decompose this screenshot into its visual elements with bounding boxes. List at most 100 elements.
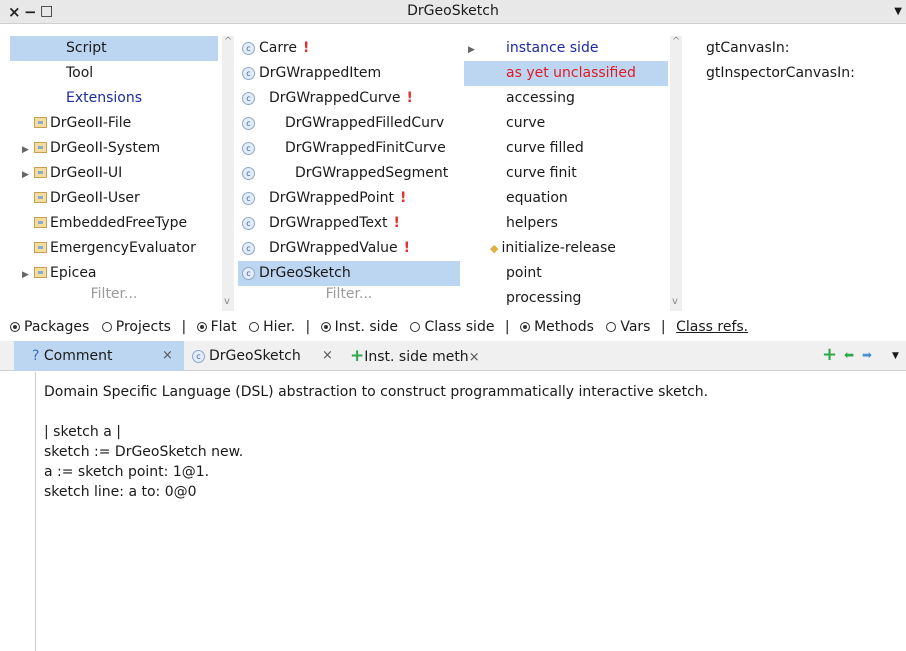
comment-line: Domain Specific Language (DSL) abstracti… [44, 384, 709, 400]
package-label: DrGeoII-User [50, 190, 140, 206]
hier-radio[interactable]: Hier. [249, 319, 295, 335]
protocol-item[interactable]: processing [464, 286, 668, 311]
package-item[interactable]: Extensions [10, 86, 218, 111]
comment-line: a := sketch point: 1@1. [44, 464, 210, 480]
expand-icon[interactable]: ▶ [22, 138, 34, 163]
protocol-label: point [506, 265, 542, 281]
expand-icon[interactable]: ▶ [22, 163, 34, 188]
protocol-item[interactable]: equation [464, 186, 668, 211]
class-label: DrGWrappedText [269, 215, 388, 231]
package-item[interactable]: EmergencyEvaluator [10, 236, 218, 261]
override-marker-icon: ◆ [490, 242, 499, 255]
warning-icon: ! [403, 240, 411, 256]
class-icon: c [242, 242, 255, 255]
close-tab-icon[interactable]: × [469, 350, 480, 365]
tab-bar: ? Comment × c DrGeoSketch × +Inst. side m… [0, 341, 906, 371]
protocol-label: curve finit [506, 165, 577, 181]
package-scrollbar[interactable]: ^ v [222, 36, 234, 311]
package-icon [34, 242, 47, 253]
method-item[interactable]: gtCanvasIn: [690, 36, 789, 61]
close-tab-icon[interactable]: × [162, 341, 173, 371]
package-icon [34, 117, 47, 128]
package-item[interactable]: Script [10, 36, 218, 61]
methods-radio[interactable]: Methods [520, 319, 594, 335]
inst-side-radio[interactable]: Inst. side [320, 319, 398, 335]
expand-icon[interactable]: ▶ [468, 38, 506, 63]
class-item[interactable]: c DrGWrappedText! [238, 211, 460, 236]
method-pane: gtCanvasIn: gtInspectorCanvasIn: [690, 36, 906, 311]
tab-comment[interactable]: ? Comment × [14, 341, 184, 371]
class-item[interactable]: c DrGeoSketch [238, 261, 460, 286]
protocol-item[interactable]: helpers [464, 211, 668, 236]
protocol-item[interactable]: as yet unclassified [464, 61, 668, 86]
protocol-pane: ▶ instance side as yet unclassified accessi… [464, 36, 686, 311]
class-item[interactable]: c DrGWrappedCurve! [238, 86, 460, 111]
protocol-item[interactable]: ▶ instance side [464, 36, 668, 61]
class-side-radio[interactable]: Class side [410, 319, 494, 335]
protocol-item[interactable]: ◆ initialize-release [464, 236, 668, 261]
back-icon[interactable]: ⬅ [844, 348, 854, 362]
class-pane: c Carre! c DrGWrappedItem c DrGWrappedCurve! c… [238, 36, 460, 311]
class-item[interactable]: c DrGWrappedSegment [238, 161, 460, 186]
warning-icon: ! [393, 215, 400, 231]
class-item[interactable]: c DrGWrappedFilledCurv [238, 111, 460, 136]
protocol-label: equation [506, 190, 568, 206]
expand-icon[interactable]: ▶ [22, 263, 34, 288]
class-label: DrGWrappedPoint [269, 190, 394, 206]
projects-radio[interactable]: Projects [101, 319, 171, 335]
package-label: Tool [66, 65, 94, 81]
flat-radio[interactable]: Flat [196, 319, 237, 335]
comment-line: sketch := DrGeoSketch new. [44, 444, 244, 460]
package-label: DrGeoII-File [50, 115, 132, 131]
vars-radio[interactable]: Vars [606, 319, 650, 335]
tab-label: DrGeoSketch [209, 348, 301, 364]
package-icon [34, 142, 47, 153]
class-label: DrGWrappedCurve [269, 90, 401, 106]
package-item[interactable]: Tool [10, 61, 218, 86]
window-menu-icon[interactable]: ▼ [894, 6, 902, 17]
package-item[interactable]: ▶ DrGeoII-System [10, 136, 218, 161]
package-item[interactable]: DrGeoII-User [10, 186, 218, 211]
class-item[interactable]: c DrGWrappedValue! [238, 236, 460, 261]
class-icon: c [242, 92, 255, 105]
protocol-item[interactable]: point [464, 261, 668, 286]
protocol-item[interactable]: curve finit [464, 161, 668, 186]
class-item[interactable]: c Carre! [238, 36, 460, 61]
package-item[interactable]: DrGeoII-File [10, 111, 218, 136]
method-label: gtCanvasIn: [706, 40, 790, 56]
class-label: DrGWrappedValue [269, 240, 398, 256]
protocol-item[interactable]: curve filled [464, 136, 668, 161]
class-icon: c [242, 142, 255, 155]
close-tab-icon[interactable]: × [322, 341, 333, 371]
comment-text[interactable]: Domain Specific Language (DSL) abstracti… [44, 382, 708, 502]
package-item[interactable]: EmbeddedFreeType [10, 211, 218, 236]
class-item[interactable]: c DrGWrappedItem [238, 61, 460, 86]
package-item[interactable]: ▶ Epicea [10, 261, 218, 286]
warning-icon: ! [399, 190, 407, 206]
forward-icon[interactable]: ➡ [862, 348, 872, 362]
separator: | [660, 319, 666, 335]
tab-menu-icon[interactable]: ▼ [892, 351, 899, 361]
package-icon [34, 192, 47, 203]
comment-editor[interactable]: Domain Specific Language (DSL) abstracti… [0, 372, 906, 651]
package-icon [34, 167, 47, 178]
add-tab-icon[interactable]: + [822, 344, 837, 365]
tab-class[interactable]: c DrGeoSketch × [186, 341, 336, 371]
protocol-label: curve [506, 115, 546, 131]
class-filter-input[interactable]: Filter... [238, 286, 460, 302]
method-item[interactable]: gtInspectorCanvasIn: [690, 61, 855, 86]
class-icon: c [242, 267, 255, 280]
protocol-scrollbar[interactable]: ^ v [670, 36, 682, 311]
protocol-label: instance side [506, 40, 599, 56]
package-item[interactable]: ▶ DrGeoII-UI [10, 161, 218, 186]
package-label: Epicea [50, 265, 97, 281]
class-item[interactable]: c DrGWrappedFinitCurve [238, 136, 460, 161]
class-refs-link[interactable]: Class refs. [676, 319, 748, 335]
class-item[interactable]: c DrGWrappedPoint! [238, 186, 460, 211]
tab-inst-side-methods[interactable]: +Inst. side meth× [338, 341, 508, 371]
packages-radio[interactable]: Packages [10, 319, 89, 335]
package-filter-input[interactable]: Filter... [10, 286, 218, 302]
class-icon: c [242, 42, 255, 55]
protocol-item[interactable]: accessing [464, 86, 668, 111]
protocol-item[interactable]: curve [464, 111, 668, 136]
